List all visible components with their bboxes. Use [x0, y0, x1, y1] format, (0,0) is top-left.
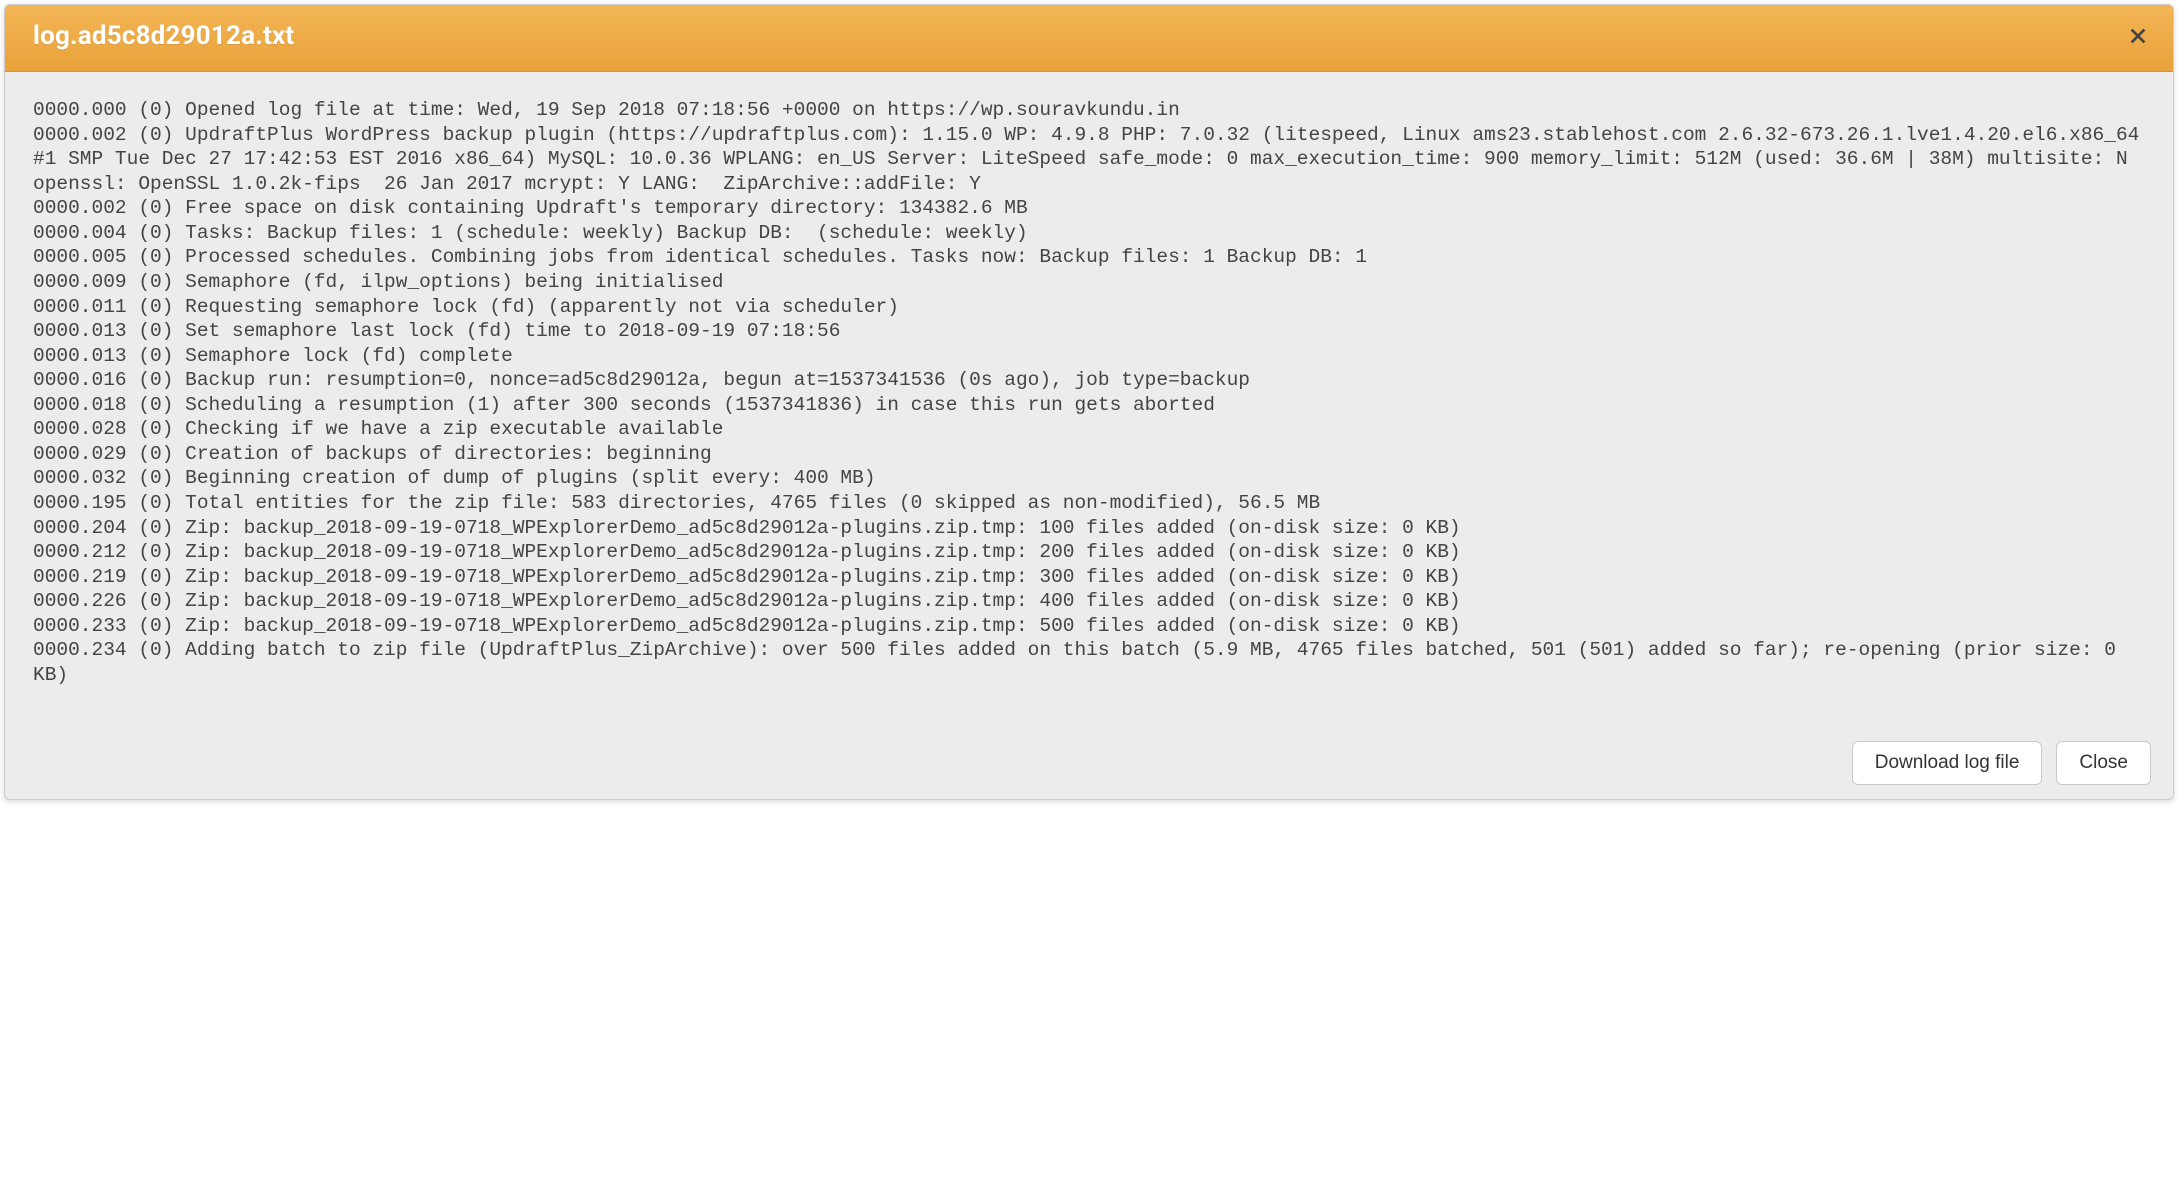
log-modal: log.ad5c8d29012a.txt 0000.000 (0) Opened… — [4, 4, 2174, 800]
modal-title: log.ad5c8d29012a.txt — [33, 21, 294, 51]
download-log-button[interactable]: Download log file — [1852, 741, 2043, 785]
log-content[interactable]: 0000.000 (0) Opened log file at time: We… — [5, 72, 2173, 729]
modal-footer: Download log file Close — [5, 729, 2173, 799]
modal-titlebar: log.ad5c8d29012a.txt — [5, 5, 2173, 72]
close-icon[interactable] — [2123, 21, 2153, 51]
close-button[interactable]: Close — [2056, 741, 2151, 785]
